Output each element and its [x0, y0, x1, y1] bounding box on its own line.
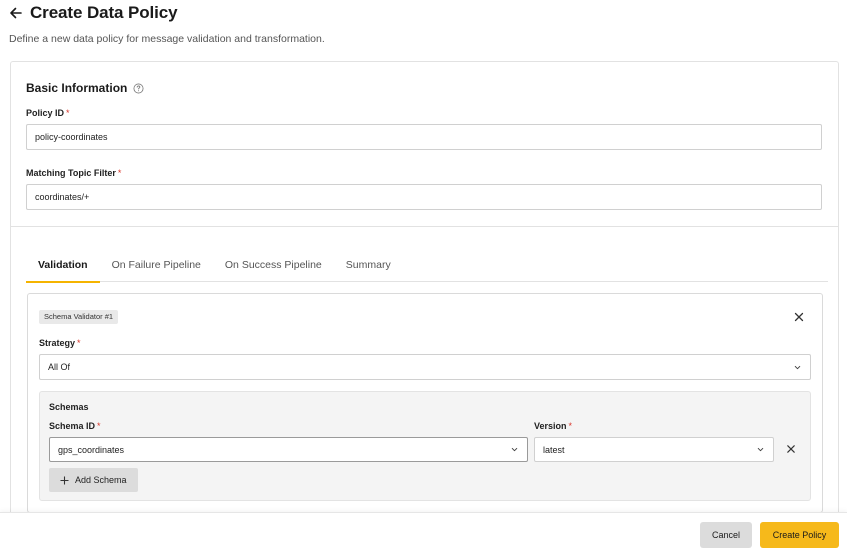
strategy-value: All Of — [48, 362, 71, 372]
remove-validator-icon[interactable] — [794, 312, 804, 322]
schema-id-value: gps_coordinates — [58, 444, 125, 455]
required-mark: * — [117, 168, 122, 178]
strategy-label: Strategy * — [39, 338, 81, 348]
basic-information-heading: Basic Information — [26, 80, 822, 96]
cancel-button[interactable]: Cancel — [700, 522, 752, 548]
policy-id-label-text: Policy ID — [26, 108, 65, 118]
title-row: Create Data Policy — [9, 3, 325, 23]
arrow-left-icon[interactable] — [9, 6, 23, 20]
create-policy-button[interactable]: Create Policy — [760, 522, 839, 548]
policy-form-card: Basic Information Policy ID* Matching To… — [10, 61, 839, 521]
add-schema-button[interactable]: Add Schema — [49, 468, 138, 492]
form-footer: Cancel Create Policy — [0, 512, 847, 554]
chevron-down-icon — [757, 447, 764, 452]
remove-schema-icon[interactable] — [786, 444, 796, 454]
policy-id-input[interactable] — [26, 124, 822, 150]
policy-id-label: Policy ID * — [26, 108, 70, 118]
plus-icon — [60, 475, 69, 485]
validator-chip: Schema Validator #1 — [39, 310, 119, 324]
page-subtitle: Define a new data policy for message val… — [9, 33, 325, 45]
tab-on-success-pipeline[interactable]: On Success Pipeline — [213, 251, 334, 282]
basic-information-section: Basic Information Policy ID* Matching To… — [26, 80, 822, 210]
version-label-text: Version — [534, 421, 567, 431]
version-select[interactable]: latest — [534, 437, 774, 462]
tab-summary[interactable]: Summary — [334, 251, 403, 282]
schema-validator-panel: Schema Validator #1 Strategy * All Of Sch… — [27, 293, 823, 513]
page-header: Create Data Policy Define a new data pol… — [9, 3, 325, 45]
version-value: latest — [543, 444, 565, 455]
required-mark: * — [568, 421, 573, 431]
required-mark: * — [77, 338, 81, 348]
schema-id-label-text: Schema ID — [49, 421, 96, 431]
chevron-down-icon — [794, 365, 801, 369]
policy-tabs: Validation On Failure Pipeline On Succes… — [26, 251, 828, 283]
section-divider — [11, 226, 838, 227]
tab-validation[interactable]: Validation — [26, 251, 100, 283]
page-title: Create Data Policy — [30, 3, 178, 22]
strategy-select[interactable]: All Of — [39, 354, 811, 380]
basic-information-title: Basic Information — [26, 81, 128, 95]
topic-filter-label-text: Matching Topic Filter — [26, 168, 116, 178]
schemas-title: Schemas — [49, 402, 89, 412]
tab-on-failure-pipeline[interactable]: On Failure Pipeline — [100, 251, 213, 282]
required-mark: * — [97, 421, 101, 431]
add-schema-label: Add Schema — [75, 475, 127, 485]
schema-id-select[interactable]: gps_coordinates — [49, 437, 528, 462]
strategy-label-text: Strategy — [39, 338, 76, 348]
version-label: Version * — [534, 421, 572, 431]
help-circle-icon[interactable] — [133, 83, 144, 94]
required-mark: * — [66, 108, 70, 118]
topic-filter-input[interactable] — [26, 184, 822, 210]
topic-filter-label: Matching Topic Filter * — [26, 168, 121, 178]
chevron-down-icon — [511, 447, 518, 452]
schema-id-label: Schema ID * — [49, 421, 101, 431]
schemas-group: Schemas Schema ID * Version * gps_coordina… — [39, 391, 811, 501]
